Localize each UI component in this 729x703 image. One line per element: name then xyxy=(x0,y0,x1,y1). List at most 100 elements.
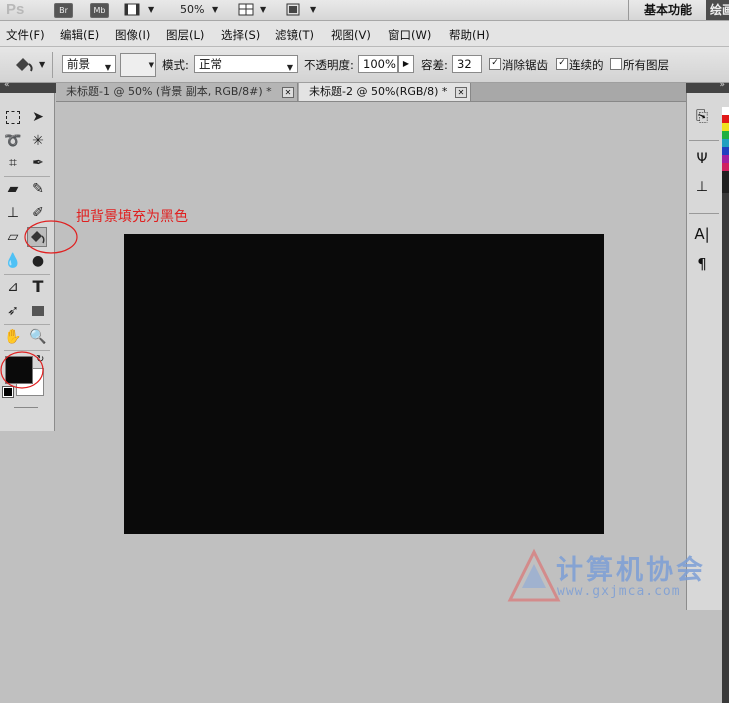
antialias-checkbox[interactable]: ✓ xyxy=(489,58,501,70)
menu-window[interactable]: 窗口(W) xyxy=(388,27,431,43)
move-tool[interactable]: ➤ xyxy=(28,107,48,127)
menu-layer[interactable]: 图层(L) xyxy=(166,27,204,43)
chevron-down-icon: ▼ xyxy=(286,63,293,72)
bridge-button[interactable]: Br xyxy=(54,3,73,18)
expand-icon[interactable]: » xyxy=(719,80,725,90)
swatch-chip[interactable] xyxy=(722,107,729,115)
tolerance-input[interactable]: 32 xyxy=(452,55,482,73)
tab-document-1[interactable]: 未标题-1 @ 50% (背景 副本, RGB/8#) * xyxy=(56,83,298,101)
brush-panel-button[interactable]: Ψ xyxy=(691,151,713,173)
paragraph-panel-button[interactable]: ¶ xyxy=(691,255,713,277)
dodge-tool[interactable]: ● xyxy=(28,251,48,271)
workspace-basic-button[interactable]: 基本功能 xyxy=(628,0,707,20)
view-extras-button[interactable] xyxy=(124,3,141,17)
chevron-down-icon: ▼ xyxy=(104,63,111,72)
magic-wand-tool[interactable]: ✳ xyxy=(28,131,48,151)
crop-tool[interactable]: ⌗ xyxy=(3,153,23,173)
document-canvas[interactable] xyxy=(124,234,604,534)
swatch-chip[interactable] xyxy=(722,147,729,155)
character-panel-button[interactable]: A| xyxy=(691,225,713,247)
clone-source-button[interactable]: ⊥ xyxy=(691,179,713,201)
eyedropper-tool[interactable]: ✒ xyxy=(28,153,48,173)
blend-mode-select[interactable]: 正常 ▼ xyxy=(194,55,298,73)
chevron-down-icon[interactable]: ▼ xyxy=(260,5,266,14)
history-brush-tool[interactable]: ✐ xyxy=(28,203,48,223)
swatch-chip[interactable] xyxy=(722,171,729,193)
chevron-down-icon[interactable]: ▼ xyxy=(39,60,45,69)
menu-select[interactable]: 选择(S) xyxy=(221,27,260,43)
chevron-down-icon[interactable]: ▼ xyxy=(212,5,218,14)
menu-bar: 文件(F) 编辑(E) 图像(I) 图层(L) 选择(S) 滤镜(T) 视图(V… xyxy=(0,21,729,47)
menu-view[interactable]: 视图(V) xyxy=(331,27,371,43)
clone-stamp-tool[interactable]: ⊥ xyxy=(3,203,23,223)
swatch-chip[interactable] xyxy=(722,163,729,171)
type-tool[interactable]: T xyxy=(28,277,48,297)
chevron-down-icon[interactable]: ▼ xyxy=(310,5,316,14)
antialias-label: 消除锯齿 xyxy=(502,58,548,72)
opacity-input[interactable]: 100% xyxy=(358,55,398,73)
menu-filter[interactable]: 滤镜(T) xyxy=(275,27,314,43)
paragraph-icon: ¶ xyxy=(697,255,707,273)
collapse-icon[interactable]: « xyxy=(4,80,10,90)
screen-mode-icon xyxy=(286,3,300,16)
healing-brush-tool[interactable]: ▰ xyxy=(3,179,23,199)
workspace-painting-button[interactable]: 绘画 xyxy=(706,0,729,20)
options-bar: ▼ 前景 ▼ ▼ 模式: 正常 ▼ 不透明度: 100% ▶ 容差: 32 ✓ … xyxy=(0,47,729,83)
fill-source-select[interactable]: 前景 ▼ xyxy=(62,55,116,73)
eraser-tool[interactable]: ▱ xyxy=(3,227,23,247)
marquee-tool[interactable] xyxy=(3,107,23,127)
default-colors-icon[interactable] xyxy=(2,386,14,398)
screen-mode-button[interactable] xyxy=(285,3,302,17)
lasso-tool[interactable]: ➰ xyxy=(3,131,23,151)
menu-image[interactable]: 图像(I) xyxy=(115,27,150,43)
tool-preset-picker[interactable] xyxy=(12,53,36,75)
zoom-level[interactable]: 50% xyxy=(180,3,204,16)
swatch-chip[interactable] xyxy=(722,155,729,163)
tab-document-2[interactable]: 未标题-2 @ 50%(RGB/8) * xyxy=(299,83,471,101)
blur-tool[interactable]: 💧 xyxy=(3,251,23,271)
close-icon[interactable]: ✕ xyxy=(455,87,467,98)
menu-help[interactable]: 帮助(H) xyxy=(449,27,490,43)
annotation-text: 把背景填充为黑色 xyxy=(76,209,188,225)
arrow-icon: ➶ xyxy=(7,303,19,319)
chevron-down-icon[interactable]: ▼ xyxy=(148,5,154,14)
close-icon[interactable]: ✕ xyxy=(282,87,294,98)
swatch-chip[interactable] xyxy=(722,131,729,139)
pen-tool[interactable]: ⊿ xyxy=(3,277,23,297)
tools-panel: ➤ ➰ ✳ ⌗ ✒ ▰ ✎ ⊥ ✐ ▱ 💧 ● ⊿ T ➶ ✋ 🔍 ↻ xyxy=(0,93,55,431)
separator xyxy=(4,324,50,325)
mini-bridge-button[interactable]: Mb xyxy=(90,3,109,18)
history-panel-button[interactable]: ⎘ xyxy=(691,107,713,129)
fill-source-value: 前景 xyxy=(67,57,90,71)
foreground-color-swatch[interactable] xyxy=(5,356,33,384)
right-panel-header[interactable]: » xyxy=(686,80,729,93)
swatch-chip[interactable] xyxy=(722,123,729,131)
contiguous-checkbox[interactable]: ✓ xyxy=(556,58,568,70)
paint-bucket-tool[interactable] xyxy=(27,227,47,247)
hand-tool[interactable]: ✋ xyxy=(3,327,23,347)
eraser-icon: ▱ xyxy=(7,229,19,245)
watermark-brand: 计算机协会 xyxy=(556,555,706,586)
brush-tool[interactable]: ✎ xyxy=(28,179,48,199)
pattern-picker[interactable]: ▼ xyxy=(120,53,156,77)
tab-label: 未标题-1 @ 50% (背景 副本, RGB/8#) * xyxy=(66,85,272,98)
quick-mask-button[interactable] xyxy=(14,407,38,408)
swap-colors-icon[interactable]: ↻ xyxy=(36,354,44,365)
paint-bucket-icon xyxy=(31,231,45,244)
tools-panel-header[interactable]: « xyxy=(0,80,56,93)
arrange-documents-button[interactable] xyxy=(238,3,255,17)
type-icon: T xyxy=(32,277,44,296)
opacity-slider-button[interactable]: ▶ xyxy=(398,55,414,73)
drop-icon: 💧 xyxy=(4,253,22,269)
menu-file[interactable]: 文件(F) xyxy=(6,27,45,43)
chevron-right-icon: ▶ xyxy=(402,59,410,68)
rectangle-tool[interactable] xyxy=(28,301,48,321)
swatch-chip[interactable] xyxy=(722,115,729,123)
all-layers-checkbox[interactable] xyxy=(610,58,622,70)
zoom-tool[interactable]: 🔍 xyxy=(28,327,48,347)
separator xyxy=(4,176,50,177)
path-selection-tool[interactable]: ➶ xyxy=(3,301,23,321)
menu-edit[interactable]: 编辑(E) xyxy=(60,27,99,43)
swatch-chip[interactable] xyxy=(722,139,729,147)
contiguous-label: 连续的 xyxy=(569,58,604,72)
